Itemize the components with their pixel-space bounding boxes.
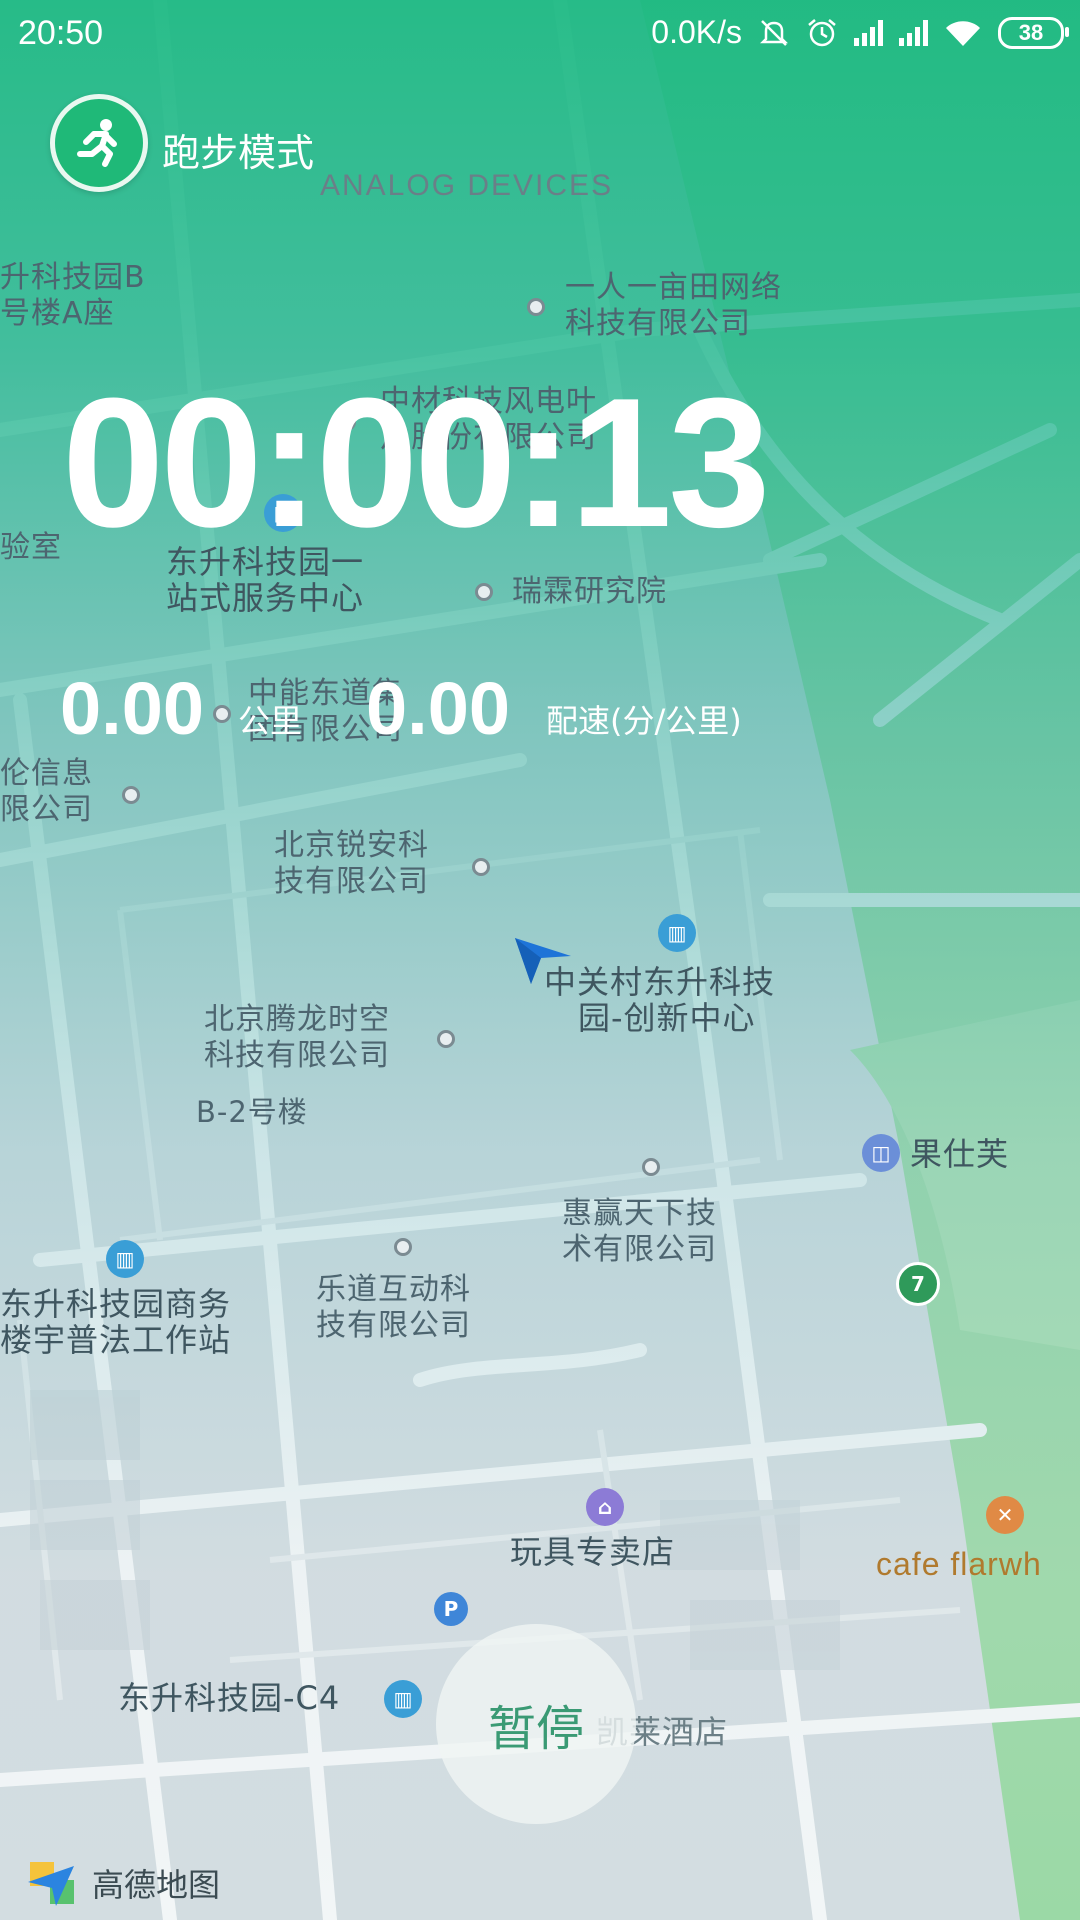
building-icon: ▥	[106, 1240, 144, 1278]
status-bar: 20:50 0.0K/s 38	[0, 0, 1080, 74]
poi-analog-devices[interactable]: ANALOG DEVICES	[320, 168, 613, 204]
poi-dot	[642, 1158, 660, 1176]
poi-dot	[213, 705, 231, 723]
poi-label: 楼宇普法工作站	[0, 1321, 232, 1359]
network-speed: 0.0K/s	[651, 14, 742, 50]
poi-label: 站式服务中心	[166, 579, 365, 617]
poi-shangwu-legal-station[interactable]: 东升科技园商务 楼宇普法工作站	[0, 1286, 231, 1358]
poi-b2-building[interactable]: B-2号楼	[196, 1094, 308, 1130]
parking-icon: P	[434, 1592, 468, 1626]
poi-label: 北京腾龙时空	[204, 1002, 390, 1037]
poi-cafe[interactable]: cafe flarwh	[876, 1546, 1042, 1582]
running-mode-button[interactable]	[50, 94, 148, 192]
poi-dot	[527, 298, 545, 316]
pace-unit: 配速(分/公里)	[546, 702, 742, 740]
poi-yiren[interactable]: 一人一亩田网络 科技有限公司	[565, 270, 782, 342]
poi-toy-store[interactable]: 玩具专卖店	[510, 1534, 675, 1570]
poi-lab[interactable]: 验室	[0, 530, 62, 566]
poi-label: 号楼A座	[0, 296, 115, 331]
poi-tenglong[interactable]: 北京腾龙时空 科技有限公司	[204, 1002, 390, 1074]
poi-lunxin[interactable]: 伦信息 限公司	[0, 756, 93, 828]
signal-icon	[899, 19, 928, 46]
poi-guoshifu[interactable]: 果仕芙	[910, 1136, 1009, 1172]
pause-button[interactable]: 暂停	[436, 1624, 636, 1824]
location-arrow-icon	[515, 938, 571, 984]
poi-label: 科技有限公司	[204, 1038, 390, 1073]
mute-icon	[759, 19, 789, 46]
poi-label: 技有限公司	[316, 1308, 471, 1343]
poi-label: 乐道互动科	[316, 1272, 471, 1307]
hd-signal-icon	[854, 19, 883, 46]
poi-dot	[437, 1030, 455, 1048]
wifi-icon	[946, 20, 980, 46]
poi-huiying[interactable]: 惠赢天下技 术有限公司	[562, 1196, 717, 1268]
poi-dot	[122, 786, 140, 804]
building-icon: ▥	[384, 1680, 422, 1718]
distance-unit: 公里	[238, 702, 303, 740]
building-icon: ▥	[658, 914, 696, 952]
poi-label: 一人一亩田网络	[565, 270, 782, 305]
poi-ruian[interactable]: 北京锐安科 技有限公司	[274, 828, 429, 900]
poi-label: 技有限公司	[274, 864, 429, 899]
mode-label: 跑步模式	[162, 131, 315, 175]
poi-c4[interactable]: 东升科技园-C4	[118, 1680, 340, 1716]
poi-ledao[interactable]: 乐道互动科 技有限公司	[316, 1272, 471, 1344]
poi-dot	[472, 858, 490, 876]
poi-dot	[394, 1238, 412, 1256]
amap-logo: 高德地图	[26, 1858, 220, 1908]
poi-ruilin[interactable]: 瑞霖研究院	[512, 574, 667, 610]
battery-level: 38	[1018, 19, 1044, 45]
poi-label: 惠赢天下技	[562, 1196, 717, 1231]
restaurant-icon: ✕	[986, 1496, 1024, 1534]
amap-logo-text: 高德地图	[92, 1866, 221, 1904]
poi-label: 术有限公司	[562, 1232, 717, 1267]
running-screen: ANALOG DEVICES 升科技园B 号楼A座 一人一亩田网络 科技有限公司…	[0, 0, 1080, 1920]
amap-logo-icon	[28, 1862, 74, 1906]
running-person-icon	[77, 119, 117, 167]
poi-label: 限公司	[0, 792, 93, 827]
poi-label: 北京锐安科	[274, 828, 429, 863]
poi-label: 科技有限公司	[565, 306, 751, 341]
poi-label: 中关村东升科技	[544, 963, 776, 1001]
elapsed-timer: 00:00:13	[62, 359, 771, 565]
pace-value: 0.00	[366, 667, 511, 750]
shopping-basket-icon: ◫	[862, 1134, 900, 1172]
battery-icon: 38	[998, 16, 1069, 49]
shop-icon: ⌂	[586, 1488, 624, 1526]
poi-dot	[475, 583, 493, 601]
poi-label: 伦信息	[0, 756, 93, 791]
poi-label: 升科技园B	[0, 260, 146, 295]
poi-zgc-innovation-center[interactable]: 中关村东升科技 园-创新中心	[544, 964, 775, 1036]
convenience-store-icon: 7	[896, 1262, 940, 1306]
poi-label: 园-创新中心	[578, 999, 756, 1037]
status-icons: 0.0K/s 38	[651, 14, 1069, 51]
distance-value: 0.00	[60, 667, 205, 750]
poi-b-park[interactable]: 升科技园B 号楼A座	[0, 260, 146, 332]
alarm-icon	[808, 18, 836, 46]
poi-label: 东升科技园商务	[0, 1285, 232, 1323]
status-time: 20:50	[18, 14, 104, 52]
